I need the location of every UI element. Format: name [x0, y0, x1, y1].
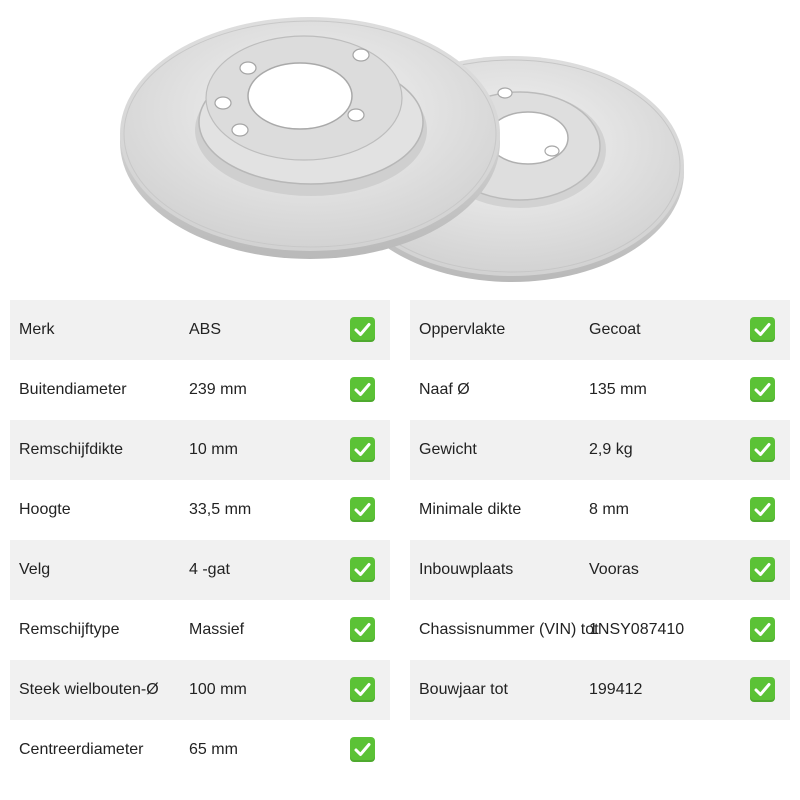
spec-row: Remschijfdikte 10 mm	[10, 420, 390, 480]
spec-value: 1NSY087410	[589, 621, 685, 638]
spec-value: 135 mm	[589, 381, 647, 398]
spec-value: 8 mm	[589, 501, 629, 518]
spec-label: Steek wielbouten-Ø	[19, 681, 159, 698]
check-icon	[750, 317, 775, 342]
spec-value: 10 mm	[189, 441, 238, 458]
spec-row: Gewicht 2,9 kg	[410, 420, 790, 480]
spec-value: ABS	[189, 321, 222, 338]
spec-label: Inbouwplaats	[419, 561, 514, 578]
check-icon	[750, 677, 775, 702]
spec-row: Oppervlakte Gecoat	[410, 300, 790, 360]
spec-row: Merk ABS	[10, 300, 390, 360]
spec-value: 4 -gat	[189, 561, 230, 578]
spec-row: Centreerdiameter 65 mm	[10, 720, 390, 780]
spec-table-left: Merk ABS Buitendiameter 239 mm Remschijf…	[10, 300, 390, 780]
spec-label: Velg	[19, 561, 51, 578]
spec-value: Gecoat	[589, 321, 641, 338]
spec-row: Hoogte 33,5 mm	[10, 480, 390, 540]
check-icon	[350, 557, 375, 582]
spec-row: Bouwjaar tot 199412	[410, 660, 790, 720]
spec-value: 239 mm	[189, 381, 247, 398]
check-icon	[350, 497, 375, 522]
spec-label: Chassisnummer (VIN) tot	[419, 621, 599, 638]
check-icon	[350, 437, 375, 462]
check-icon	[350, 617, 375, 642]
spec-label: Naaf Ø	[419, 381, 470, 398]
spec-row: Minimale dikte 8 mm	[410, 480, 790, 540]
spec-value: 33,5 mm	[189, 501, 252, 518]
check-icon	[750, 437, 775, 462]
brake-disc-icon	[120, 17, 684, 282]
check-icon	[350, 677, 375, 702]
brake-disc-front	[120, 17, 500, 259]
spec-value: 199412	[589, 681, 643, 698]
spec-row: Buitendiameter 239 mm	[10, 360, 390, 420]
spec-label: Buitendiameter	[19, 381, 127, 398]
spec-label: Gewicht	[419, 441, 477, 458]
spec-label: Remschijftype	[19, 621, 120, 638]
spec-table-right: Oppervlakte Gecoat Naaf Ø 135 mm Gewicht…	[410, 300, 790, 720]
spec-row: Remschijftype Massief	[10, 600, 390, 660]
spec-label: Centreerdiameter	[19, 741, 144, 758]
spec-value: 100 mm	[189, 681, 247, 698]
spec-label: Hoogte	[19, 501, 71, 518]
spec-value: Massief	[189, 621, 245, 638]
check-icon	[750, 377, 775, 402]
spec-value: 65 mm	[189, 741, 238, 758]
check-icon	[750, 557, 775, 582]
spec-label: Remschijfdikte	[19, 441, 124, 458]
spec-row: Naaf Ø 135 mm	[410, 360, 790, 420]
product-spec-page: Merk ABS Buitendiameter 239 mm Remschijf…	[0, 0, 800, 800]
spec-label: Oppervlakte	[419, 321, 506, 338]
spec-value: 2,9 kg	[589, 441, 633, 458]
spec-label: Bouwjaar tot	[419, 681, 508, 698]
check-icon	[750, 617, 775, 642]
check-icon	[350, 377, 375, 402]
spec-row: Steek wielbouten-Ø 100 mm	[10, 660, 390, 720]
spec-row: Inbouwplaats Vooras	[410, 540, 790, 600]
spec-value: Vooras	[589, 561, 639, 578]
spec-label: Minimale dikte	[419, 501, 522, 518]
spec-label: Merk	[19, 321, 55, 338]
check-icon	[750, 497, 775, 522]
spec-row: Chassisnummer (VIN) tot 1NSY087410	[410, 600, 790, 660]
check-icon	[350, 317, 375, 342]
spec-row: Velg 4 -gat	[10, 540, 390, 600]
check-icon	[350, 737, 375, 762]
